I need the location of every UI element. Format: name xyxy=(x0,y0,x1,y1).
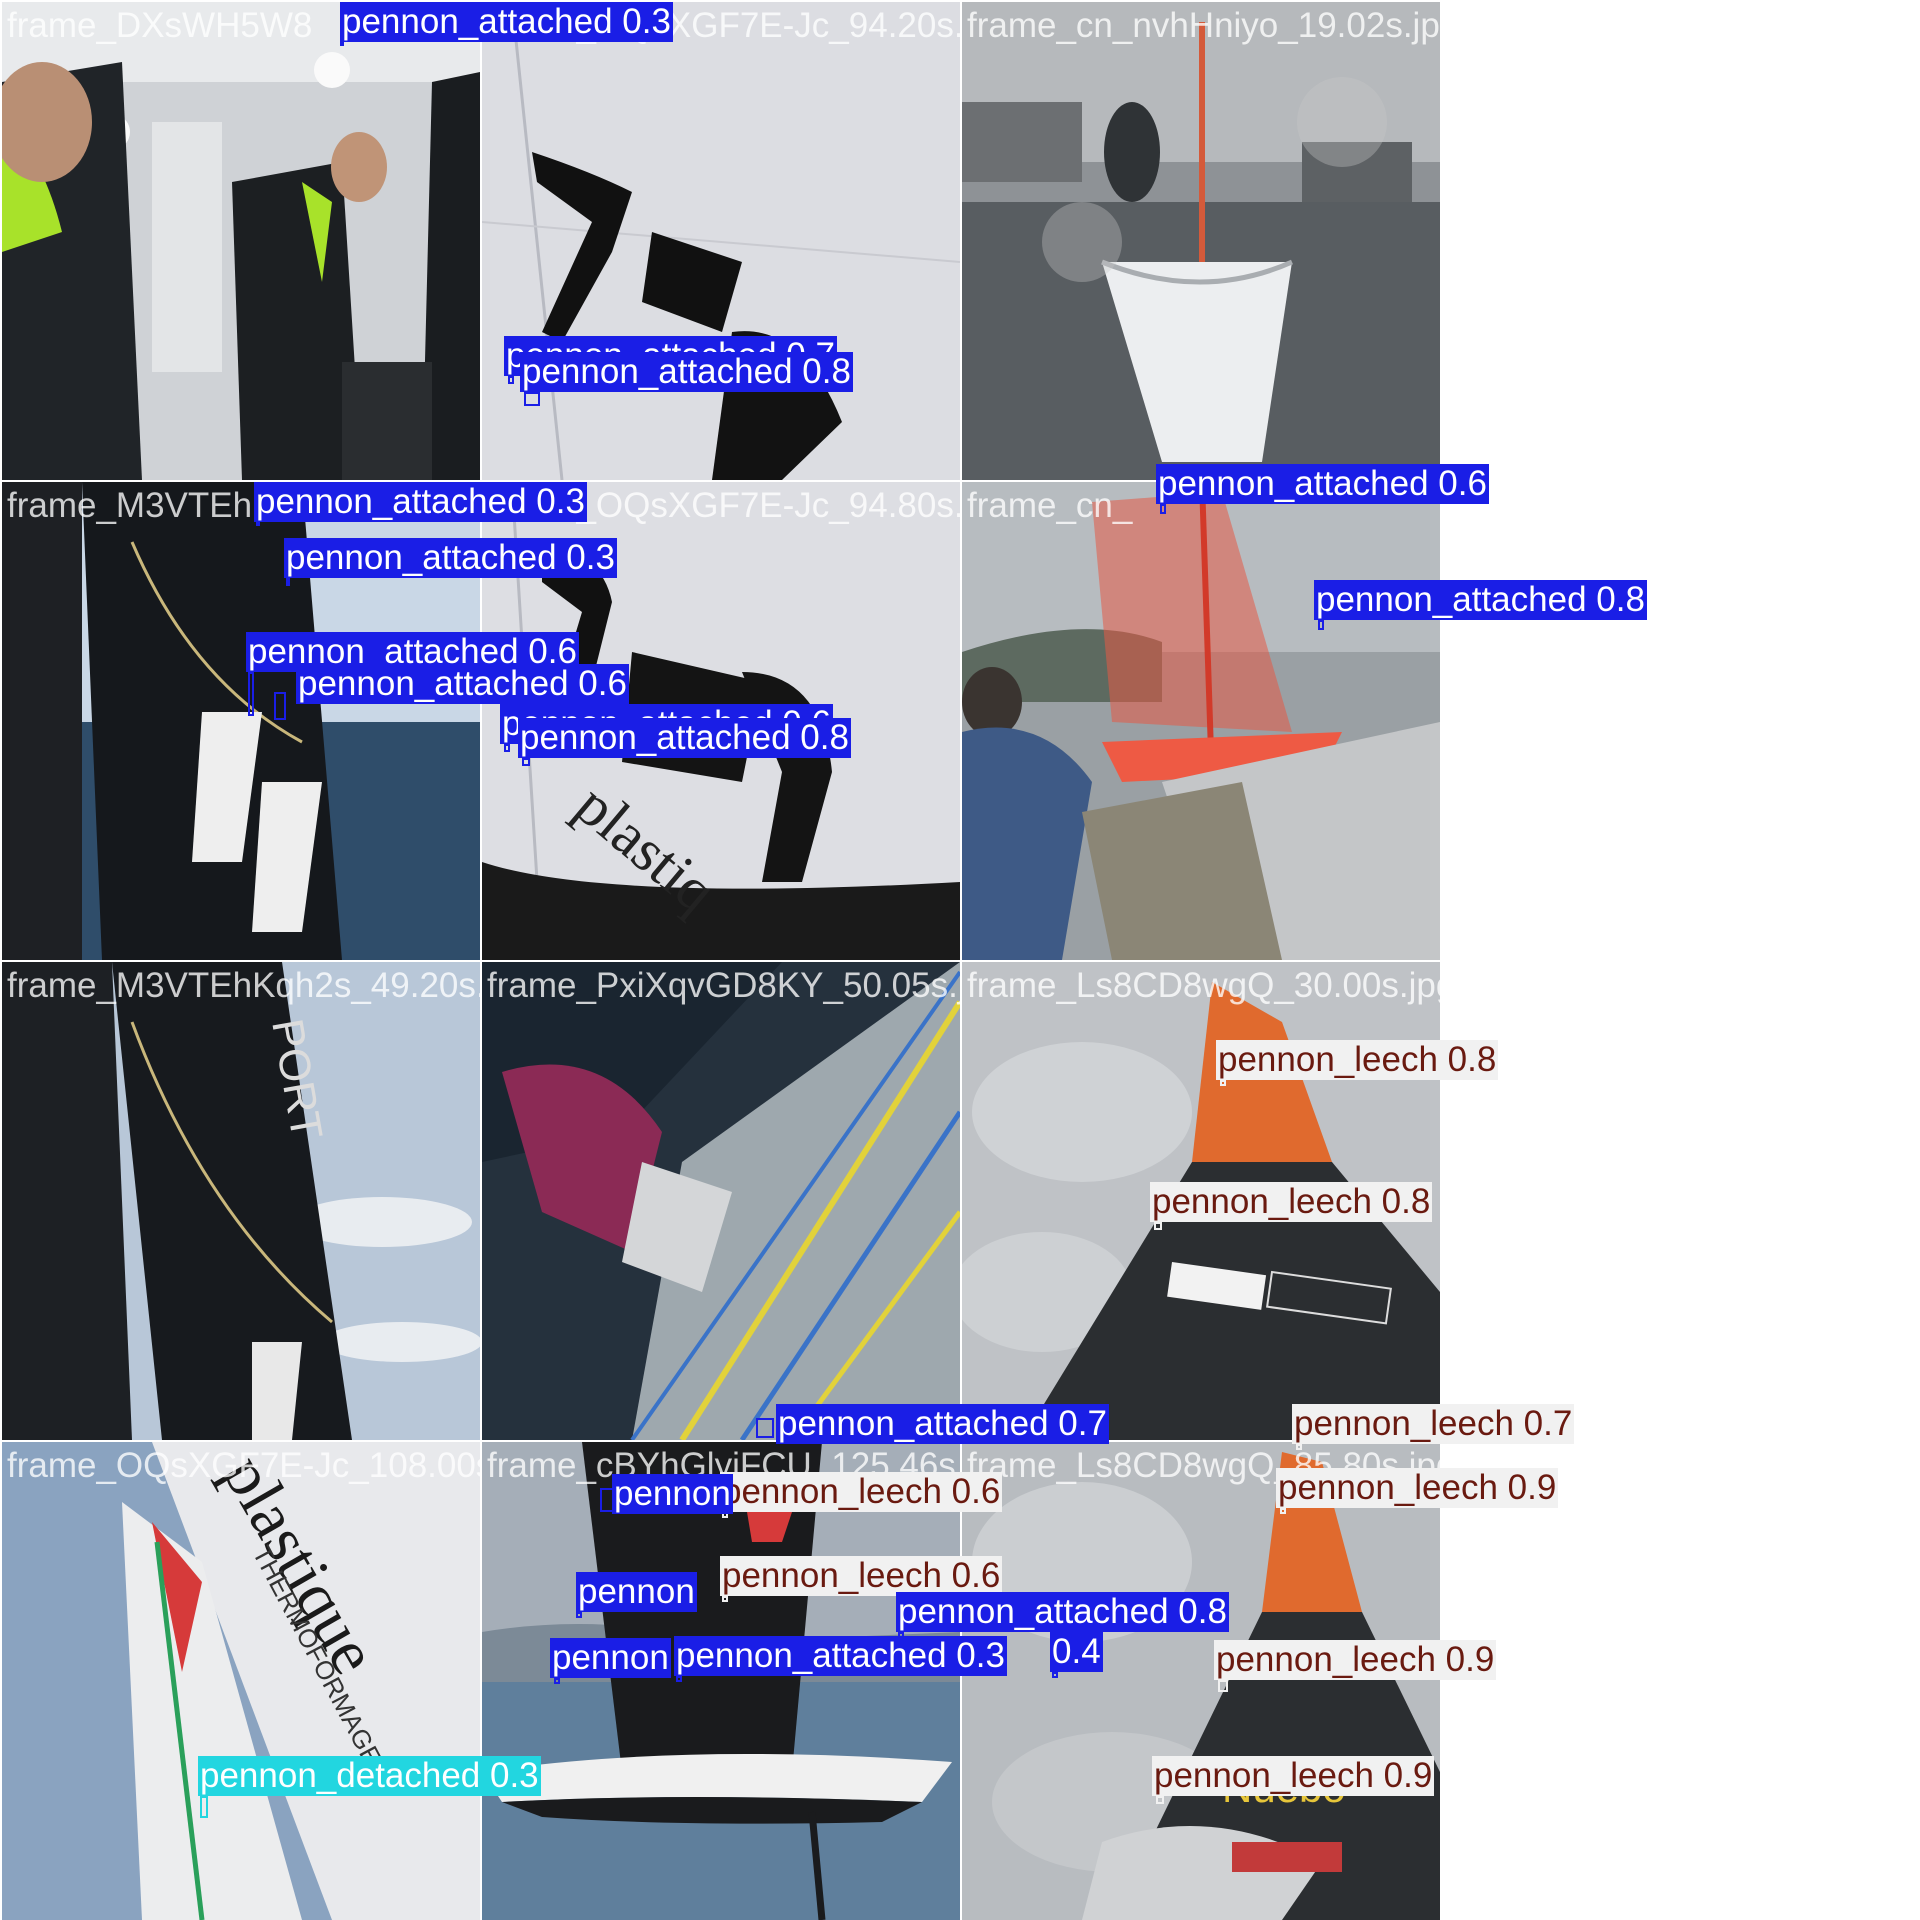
detection-box xyxy=(1218,1680,1228,1692)
detection-box xyxy=(1052,1672,1058,1678)
detection-label: pennon_attached 0.8 xyxy=(1314,580,1647,620)
detection-label: pennon_attached 0.8 xyxy=(520,352,853,392)
detection-label: pennon_attached 0.3 xyxy=(254,482,587,522)
detection-label: pennon_leech 0.9 xyxy=(1214,1640,1497,1680)
detection-box xyxy=(248,672,254,716)
foil-sail-photo xyxy=(482,962,960,1440)
detection-label: pennon xyxy=(612,1474,733,1514)
detection-box xyxy=(1280,1508,1286,1514)
image-tile: frame_cn_ xyxy=(962,482,1440,960)
white-sail-photo xyxy=(482,2,960,480)
detection-box xyxy=(522,758,530,766)
detection-box xyxy=(1156,1796,1164,1804)
detection-label: pennon_leech 0.6 xyxy=(720,1556,1003,1596)
plastique-sail-photo: plastique THERMOFORMAGE xyxy=(2,1442,480,1920)
detection-label: pennon_leech 0.8 xyxy=(1150,1182,1433,1222)
detection-box xyxy=(524,392,540,406)
detection-box xyxy=(576,1612,582,1618)
detection-label: pennon xyxy=(550,1638,671,1678)
detection-label: pennon_detached 0.3 xyxy=(198,1756,541,1796)
tile-filename: frame_OQsXGF7E-Jc_108.00s.jpg xyxy=(7,1446,480,1485)
tile-filename: frame_M3VTEh xyxy=(7,486,253,525)
detection-label: pennon_leech 0.6 xyxy=(720,1472,1003,1512)
detection-box xyxy=(1154,1222,1162,1230)
detection-box xyxy=(1296,1444,1302,1450)
detection-box xyxy=(286,578,290,586)
image-tile: plastique THERMOFORMAGE frame_OQsXGF7E-J… xyxy=(2,1442,480,1920)
image-tile: PORT frame_M3VTEhKqh2s_49.20s.jpg xyxy=(2,962,480,1440)
orange-sail-2-photo: Nuebo xyxy=(962,1442,1440,1920)
detection-label: pennon_attached 0.3 xyxy=(674,1636,1007,1676)
detection-label: pennon_leech 0.9 xyxy=(1152,1756,1435,1796)
detection-label: pennon_attached 0.8 xyxy=(518,718,851,758)
detection-box xyxy=(722,1596,728,1602)
harbour-boat-photo xyxy=(962,2,1440,480)
image-tile: frame_cn_nvhHniyo_19.02s.jpg xyxy=(962,2,1440,480)
detection-label: pennon_attached 0.6 xyxy=(1156,464,1489,504)
detection-label: pennon_attached 0.6 xyxy=(296,664,629,704)
detection-box xyxy=(504,744,510,752)
detection-label: pennon xyxy=(576,1572,697,1612)
detection-label: pennon_attached 0.3 xyxy=(340,2,673,42)
tile-filename: frame_cn_nvhHniyo_19.02s.jpg xyxy=(967,6,1440,45)
image-tile: frame_DXsWH5W8 xyxy=(2,2,480,480)
image-tile: frame_OQsXGF7E-Jc_94.20s.jpg xyxy=(482,2,960,480)
detection-label: pennon_attached 0.8 xyxy=(896,1592,1229,1632)
detection-box xyxy=(554,1678,560,1684)
detection-box xyxy=(1160,504,1166,514)
tile-filename: frame_PxiXqvGD8KY_50.05s.jpg xyxy=(487,966,960,1005)
image-tile: frame_PxiXqvGD8KY_50.05s.jpg xyxy=(482,962,960,1440)
detection-label: 0.4 xyxy=(1050,1632,1103,1672)
dark-sail-sky-photo: PORT xyxy=(2,962,480,1440)
detection-box xyxy=(676,1676,682,1682)
detection-box xyxy=(1318,620,1324,630)
detection-label: pennon_leech 0.7 xyxy=(1292,1404,1575,1444)
detection-mosaic: frame_DXsWH5W8 frame_OQsXGF7E-Jc_94.20s.… xyxy=(0,0,1920,1920)
detection-label: pennon_attached 0.3 xyxy=(284,538,617,578)
detection-box xyxy=(274,692,286,720)
detection-label: pennon_attached 0.7 xyxy=(776,1404,1109,1444)
detection-box xyxy=(1220,1080,1226,1086)
tile-filename: frame_Ls8CD8wgQ_30.00s.jpg xyxy=(967,966,1440,1005)
image-tile: Nuebo frame_Ls8CD8wgQ_85.80s.jpg xyxy=(962,1442,1440,1920)
detection-box xyxy=(508,376,514,384)
detection-box xyxy=(200,1796,208,1818)
detection-box xyxy=(756,1418,774,1438)
dinghy-red-sail-photo xyxy=(962,482,1440,960)
detection-label: pennon_leech 0.8 xyxy=(1216,1040,1499,1080)
tile-filename: frame_cn_ xyxy=(967,486,1133,525)
tile-filename: frame_DXsWH5W8 xyxy=(7,6,313,45)
cabin-crew-photo xyxy=(2,2,480,480)
tile-filename: frame_M3VTEhKqh2s_49.20s.jpg xyxy=(7,966,480,1005)
detection-label: pennon_leech 0.9 xyxy=(1276,1468,1559,1508)
